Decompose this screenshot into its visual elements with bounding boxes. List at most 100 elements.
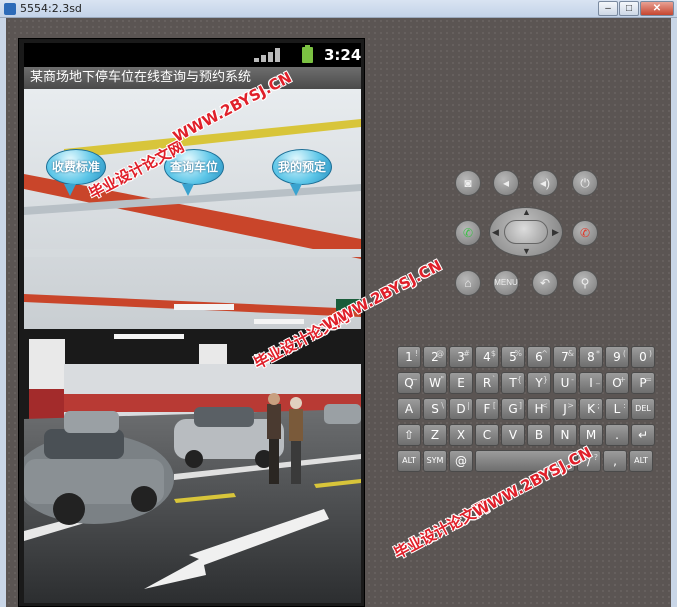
key-e[interactable]: E: [449, 372, 473, 394]
key-label: ALT: [402, 456, 416, 465]
camera-button[interactable]: ◙: [455, 170, 481, 196]
key-c[interactable]: C: [475, 424, 499, 446]
key-t[interactable]: T{: [501, 372, 525, 394]
key-alt-label: #: [463, 349, 470, 358]
key-alt-label: ^: [541, 349, 548, 358]
key-o[interactable]: O +: [605, 372, 629, 394]
key-label: F: [483, 402, 491, 416]
key-h[interactable]: H <: [527, 398, 551, 420]
key-label: ALT: [634, 456, 648, 465]
key-b[interactable]: B: [527, 424, 551, 446]
key-1[interactable]: 1!: [397, 346, 421, 368]
key-4[interactable]: 4 $: [475, 346, 499, 368]
key-alt-label: >: [567, 401, 574, 410]
dpad-down-icon: ▼: [522, 246, 531, 256]
window-titlebar: 5554:2.3sd – □ ✕: [0, 0, 677, 18]
key-s[interactable]: S \: [423, 398, 447, 420]
key-del[interactable]: DEL: [631, 398, 655, 420]
close-button[interactable]: ✕: [640, 1, 674, 16]
key-label: M: [585, 428, 597, 442]
app-title-bar: 某商场地下停车位在线查询与预约系统: [24, 67, 361, 89]
key-m[interactable]: M: [579, 424, 603, 446]
key-n[interactable]: N: [553, 424, 577, 446]
key-0[interactable]: 0): [631, 346, 655, 368]
key-5[interactable]: 5%: [501, 346, 525, 368]
key-label: .: [615, 428, 619, 442]
key-r[interactable]: R `: [475, 372, 499, 394]
key-alt-label: =: [645, 375, 652, 384]
key-d[interactable]: D |: [449, 398, 473, 420]
key-.[interactable]: .: [605, 424, 629, 446]
key-label: G: [508, 402, 518, 416]
key-f[interactable]: F[: [475, 398, 499, 420]
key-label: SYM: [426, 456, 444, 465]
key-label: 9: [613, 350, 621, 364]
search-button[interactable]: ⚲: [572, 270, 598, 296]
key-j[interactable]: J >: [553, 398, 577, 420]
key-label: W: [429, 376, 441, 390]
back-button[interactable]: ↶: [532, 270, 558, 296]
maximize-button[interactable]: □: [619, 1, 639, 16]
key-label: E: [457, 376, 465, 390]
bubble-tail: [182, 184, 194, 196]
key-u[interactable]: U-: [553, 372, 577, 394]
key-alt-label: $: [490, 349, 496, 358]
volume-down-button[interactable]: ◂: [493, 170, 519, 196]
key-8[interactable]: 8 *: [579, 346, 603, 368]
dpad-center-button[interactable]: [504, 220, 548, 244]
key-label: Y: [535, 376, 543, 390]
key-v[interactable]: V: [501, 424, 525, 446]
key-label: ,: [613, 454, 617, 468]
key-9[interactable]: 9(: [605, 346, 629, 368]
key-alt-label: _: [596, 375, 600, 384]
key-k[interactable]: K;: [579, 398, 603, 420]
key-i[interactable]: I _: [579, 372, 603, 394]
bubble-tail: [290, 184, 302, 196]
key-x[interactable]: X: [449, 424, 473, 446]
key-label: @: [455, 454, 467, 468]
key-label: N: [560, 428, 570, 442]
key-7[interactable]: 7 &: [553, 346, 577, 368]
key-g[interactable]: G]: [501, 398, 525, 420]
key-label: A: [404, 402, 414, 416]
key-⇧[interactable]: ⇧: [397, 424, 421, 446]
minimize-button[interactable]: –: [598, 1, 618, 16]
key-,[interactable]: ,: [603, 450, 627, 472]
key-2[interactable]: 2 @: [423, 346, 447, 368]
key-label: 4: [483, 350, 491, 364]
call-button[interactable]: ✆: [455, 220, 481, 246]
key-label: D: [456, 402, 466, 416]
key-label: J: [563, 402, 567, 416]
menu-button[interactable]: MENU: [493, 270, 519, 296]
end-call-button[interactable]: ✆: [572, 220, 598, 246]
power-button[interactable]: ⏻: [572, 170, 598, 196]
key-↵[interactable]: ↵: [631, 424, 655, 446]
home-button[interactable]: ⌂: [455, 270, 481, 296]
key-alt-label: %: [514, 349, 522, 358]
my-reservation-button[interactable]: 我的预定: [272, 149, 332, 185]
key-a[interactable]: A: [397, 398, 421, 420]
key-label: V: [508, 428, 518, 442]
key-p[interactable]: P =: [631, 372, 655, 394]
key-y[interactable]: Y}: [527, 372, 551, 394]
key-alt-label: -: [571, 375, 574, 384]
hardware-keyboard: 1! 2 @3 #4 $5% 6 ^ 7 & 8 * 9(0) Q ~ W " E R ` T{Y} U - I _ O + P = A…: [397, 346, 657, 472]
key-w[interactable]: W ": [423, 372, 447, 394]
key-3[interactable]: 3 #: [449, 346, 473, 368]
key-z[interactable]: Z: [423, 424, 447, 446]
key-alt[interactable]: ALT: [629, 450, 653, 472]
volume-up-button[interactable]: ◂): [532, 170, 558, 196]
key-label: T: [509, 376, 517, 390]
dpad-right-icon: ▶: [552, 227, 559, 237]
key-alt-label: [: [492, 401, 496, 410]
key-label: L: [613, 402, 621, 416]
key-@[interactable]: @: [449, 450, 473, 472]
key-l[interactable]: L:: [605, 398, 629, 420]
key-6[interactable]: 6 ^: [527, 346, 551, 368]
key-q[interactable]: Q ~: [397, 372, 421, 394]
key-alt[interactable]: ALT: [397, 450, 421, 472]
key-alt-label: ): [648, 349, 652, 358]
window-frame-right: [671, 18, 677, 607]
key-sym[interactable]: SYM: [423, 450, 447, 472]
key-label: B: [534, 428, 544, 442]
